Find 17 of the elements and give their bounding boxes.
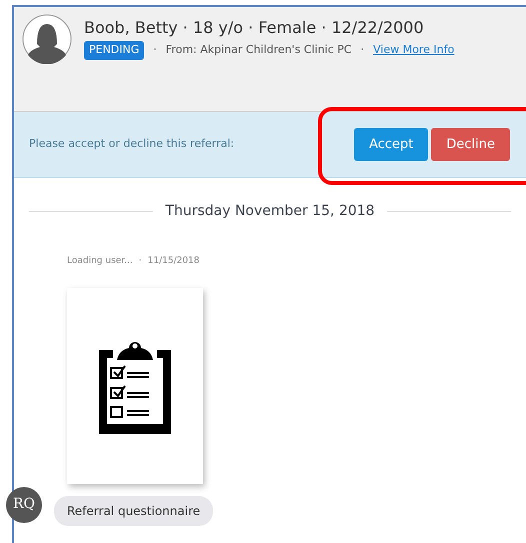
accept-button[interactable]: Accept — [354, 128, 428, 161]
referral-source: From: Akpinar Children's Clinic PC — [166, 42, 352, 58]
decline-button[interactable]: Decline — [431, 128, 510, 161]
separator-dot: · — [138, 255, 142, 268]
date-divider: Thursday November 15, 2018 — [165, 202, 375, 221]
message-author: Loading user... — [67, 255, 133, 268]
user-avatar: RQ — [6, 486, 42, 522]
message-date: 11/15/2018 — [148, 255, 200, 268]
attachment-card[interactable] — [67, 288, 203, 484]
view-more-link[interactable]: View More Info — [373, 42, 454, 58]
avatar-icon — [22, 14, 72, 64]
referral-prompt: Please accept or decline this referral: — [29, 136, 234, 152]
patient-title: Boob, Betty · 18 y/o · Female · 12/22/2000 — [84, 18, 425, 38]
message-bubble: Referral questionnaire — [54, 496, 214, 526]
status-badge: PENDING — [84, 41, 144, 60]
separator-dot: · — [360, 42, 364, 58]
separator-dot: · — [153, 42, 157, 58]
